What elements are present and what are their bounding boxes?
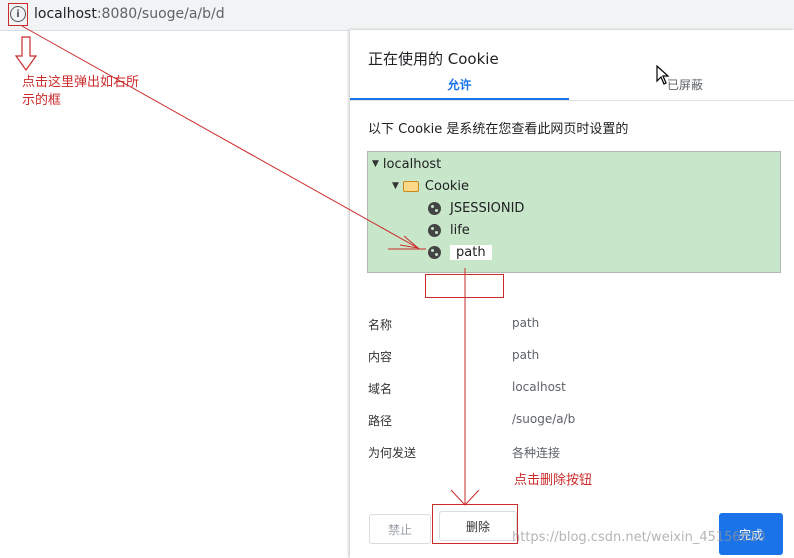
arrow-line-to-cookie [21,25,419,249]
hollow-down-arrow-icon [14,36,38,72]
arrowhead-to-cookie [399,235,420,249]
annotation-arrows [14,25,480,506]
